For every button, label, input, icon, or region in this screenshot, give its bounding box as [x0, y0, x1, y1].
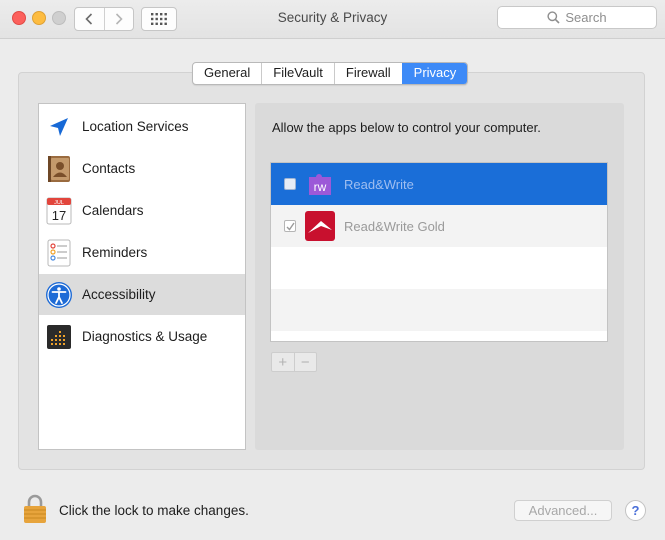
title-bar: Security & Privacy Search [0, 0, 665, 39]
privacy-category-list: Location Services Contacts JUL 17 Calend… [38, 103, 246, 450]
search-icon [547, 11, 560, 24]
calendar-day-text: 17 [52, 208, 66, 223]
checkmark-icon [286, 222, 295, 231]
reminders-list-icon [45, 239, 73, 267]
contacts-book-icon [45, 155, 73, 183]
sidebar-item-location-services[interactable]: Location Services [39, 106, 245, 147]
help-button[interactable]: ? [625, 500, 646, 521]
remove-app-button[interactable]: − [293, 353, 317, 371]
app-name: Read&Write [344, 176, 414, 192]
app-checkbox[interactable] [284, 178, 296, 190]
app-row-readwrite-gold[interactable]: Read&Write Gold [271, 205, 607, 247]
accessibility-icon [45, 281, 73, 309]
empty-row [271, 247, 607, 289]
tab-filevault[interactable]: FileVault [261, 63, 334, 84]
empty-row [271, 289, 607, 331]
calendar-icon: JUL 17 [45, 197, 73, 225]
sidebar-item-contacts[interactable]: Contacts [39, 148, 245, 189]
readwrite-gold-icon [305, 211, 335, 241]
lock-message: Click the lock to make changes. [59, 503, 249, 518]
sidebar-item-reminders[interactable]: Reminders [39, 232, 245, 273]
sidebar-item-label: Location Services [82, 119, 189, 134]
app-row-readwrite[interactable]: rw Read&Write [271, 163, 607, 205]
sidebar-item-label: Reminders [82, 245, 148, 260]
add-remove-buttons: + − [271, 352, 317, 372]
tab-privacy[interactable]: Privacy [401, 63, 468, 84]
accessibility-prompt: Allow the apps below to control your com… [272, 120, 541, 135]
sidebar-item-diagnostics-usage[interactable]: Diagnostics & Usage [39, 316, 245, 357]
tab-bar: General FileVault Firewall Privacy [192, 62, 469, 85]
lock-icon[interactable] [22, 494, 48, 524]
search-placeholder: Search [565, 10, 607, 25]
advanced-button[interactable]: Advanced... [514, 500, 612, 521]
app-list: rw Read&Write Read&Write Gold [270, 162, 608, 342]
sidebar-item-label: Calendars [82, 203, 144, 218]
readwrite-puzzle-icon: rw [309, 174, 331, 195]
app-name: Read&Write Gold [344, 218, 445, 234]
app-checkbox[interactable] [284, 220, 296, 232]
add-app-button[interactable]: + [272, 353, 294, 371]
tab-general[interactable]: General [193, 63, 261, 84]
sidebar-item-calendars[interactable]: JUL 17 Calendars [39, 190, 245, 231]
readwrite-icon-text: rw [314, 180, 327, 194]
sidebar-item-accessibility[interactable]: Accessibility [39, 274, 245, 315]
sidebar-item-label: Contacts [82, 161, 136, 176]
sidebar-item-label: Diagnostics & Usage [82, 329, 208, 344]
diagnostics-icon [45, 323, 73, 351]
search-field[interactable]: Search [497, 6, 657, 29]
tab-firewall[interactable]: Firewall [333, 63, 402, 84]
location-arrow-icon [45, 113, 73, 141]
sidebar-item-label: Accessibility [82, 287, 156, 302]
calendar-month-text: JUL [54, 200, 64, 206]
